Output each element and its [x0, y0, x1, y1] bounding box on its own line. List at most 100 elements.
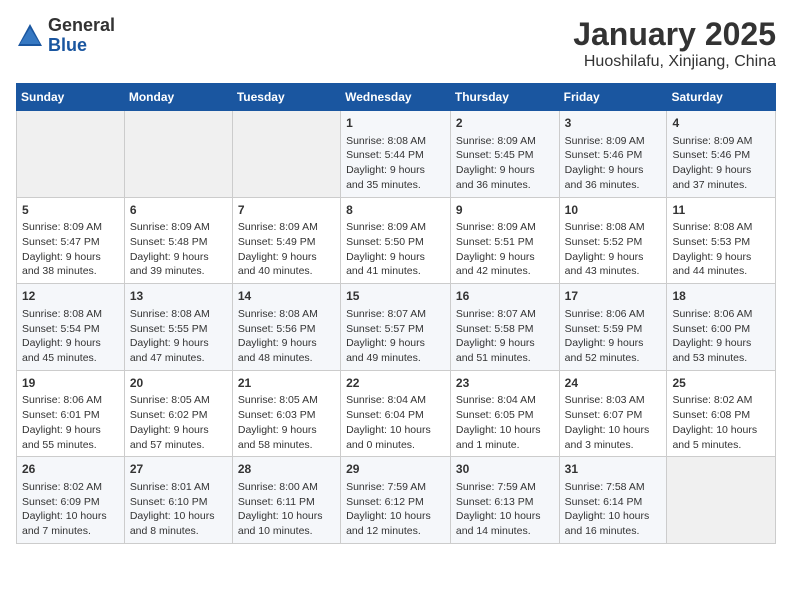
day-info: Sunrise: 8:09 AM Sunset: 5:46 PM Dayligh…: [672, 134, 770, 193]
calendar-subtitle: Huoshilafu, Xinjiang, China: [573, 53, 776, 71]
day-number: 17: [565, 288, 662, 305]
logo-text: General Blue: [48, 16, 115, 56]
calendar-cell: 31Sunrise: 7:58 AM Sunset: 6:14 PM Dayli…: [559, 457, 667, 544]
day-info: Sunrise: 8:09 AM Sunset: 5:46 PM Dayligh…: [565, 134, 662, 193]
day-number: 22: [346, 375, 445, 392]
calendar-cell: 28 Sunrise: 8:00 AM Sunset: 6:11 PM Dayli…: [232, 457, 340, 544]
day-number: 15: [346, 288, 445, 305]
day-info: Sunrise: 8:08 AM Sunset: 5:52 PM Dayligh…: [565, 220, 662, 279]
calendar-cell: 9Sunrise: 8:09 AM Sunset: 5:51 PM Daylig…: [450, 197, 559, 284]
week-row-1: 1Sunrise: 8:08 AM Sunset: 5:44 PM Daylig…: [17, 111, 776, 198]
calendar-cell: 25Sunrise: 8:02 AM Sunset: 6:08 PM Dayli…: [667, 370, 776, 457]
calendar-cell: 3 Sunrise: 8:09 AM Sunset: 5:46 PM Daylig…: [559, 111, 667, 198]
day-info: Sunrise: 8:01 AM Sunset: 6:10 PM Dayligh…: [130, 480, 227, 539]
day-info: Sunrise: 8:05 AM Sunset: 6:02 PM Dayligh…: [130, 393, 227, 452]
day-info: Sunrise: 8:07 AM Sunset: 5:57 PM Dayligh…: [346, 307, 445, 366]
calendar-cell: 2Sunrise: 8:09 AM Sunset: 5:45 PM Daylig…: [450, 111, 559, 198]
calendar-body: 1Sunrise: 8:08 AM Sunset: 5:44 PM Daylig…: [17, 111, 776, 544]
day-info: Sunrise: 7:59 AM Sunset: 6:12 PM Dayligh…: [346, 480, 445, 539]
header-day-thursday: Thursday: [450, 84, 559, 111]
calendar-cell: 20Sunrise: 8:05 AM Sunset: 6:02 PM Dayli…: [124, 370, 232, 457]
header-day-friday: Friday: [559, 84, 667, 111]
day-number: 25: [672, 375, 770, 392]
day-number: 18: [672, 288, 770, 305]
day-info: Sunrise: 8:09 AM Sunset: 5:47 PM Dayligh…: [22, 220, 119, 279]
day-info: Sunrise: 8:06 AM Sunset: 5:59 PM Dayligh…: [565, 307, 662, 366]
day-info: Sunrise: 8:08 AM Sunset: 5:54 PM Dayligh…: [22, 307, 119, 366]
day-number: 28: [238, 461, 335, 478]
calendar-cell: 12 Sunrise: 8:08 AM Sunset: 5:54 PM Dayli…: [17, 284, 125, 371]
calendar-cell: 11Sunrise: 8:08 AM Sunset: 5:53 PM Dayli…: [667, 197, 776, 284]
page-header: General Blue January 2025 Huoshilafu, Xi…: [16, 16, 776, 71]
calendar-cell: 15 Sunrise: 8:07 AM Sunset: 5:57 PM Dayli…: [341, 284, 451, 371]
day-number: 26: [22, 461, 119, 478]
day-number: 10: [565, 202, 662, 219]
logo-blue-text: Blue: [48, 36, 115, 56]
calendar-cell: 8Sunrise: 8:09 AM Sunset: 5:50 PM Daylig…: [341, 197, 451, 284]
day-number: 19: [22, 375, 119, 392]
week-row-5: 26Sunrise: 8:02 AM Sunset: 6:09 PM Dayli…: [17, 457, 776, 544]
calendar-cell: 30Sunrise: 7:59 AM Sunset: 6:13 PM Dayli…: [450, 457, 559, 544]
calendar-cell: 5Sunrise: 8:09 AM Sunset: 5:47 PM Daylig…: [17, 197, 125, 284]
calendar-cell: 18Sunrise: 8:06 AM Sunset: 6:00 PM Dayli…: [667, 284, 776, 371]
day-number: 27: [130, 461, 227, 478]
day-number: 20: [130, 375, 227, 392]
calendar-cell: 4Sunrise: 8:09 AM Sunset: 5:46 PM Daylig…: [667, 111, 776, 198]
header-day-monday: Monday: [124, 84, 232, 111]
day-info: Sunrise: 8:08 AM Sunset: 5:56 PM Dayligh…: [238, 307, 335, 366]
week-row-2: 5Sunrise: 8:09 AM Sunset: 5:47 PM Daylig…: [17, 197, 776, 284]
calendar-cell: 17 Sunrise: 8:06 AM Sunset: 5:59 PM Dayli…: [559, 284, 667, 371]
week-row-4: 19Sunrise: 8:06 AM Sunset: 6:01 PM Dayli…: [17, 370, 776, 457]
day-info: Sunrise: 8:08 AM Sunset: 5:53 PM Dayligh…: [672, 220, 770, 279]
calendar-cell: [17, 111, 125, 198]
logo-general: General: [48, 16, 115, 36]
calendar-title: January 2025: [573, 16, 776, 53]
calendar-cell: [124, 111, 232, 198]
header-day-sunday: Sunday: [17, 84, 125, 111]
calendar-cell: 14 Sunrise: 8:08 AM Sunset: 5:56 PM Dayli…: [232, 284, 340, 371]
calendar-cell: 27 Sunrise: 8:01 AM Sunset: 6:10 PM Dayli…: [124, 457, 232, 544]
day-info: Sunrise: 8:04 AM Sunset: 6:04 PM Dayligh…: [346, 393, 445, 452]
calendar-header: SundayMondayTuesdayWednesdayThursdayFrid…: [17, 84, 776, 111]
calendar-cell: 16Sunrise: 8:07 AM Sunset: 5:58 PM Dayli…: [450, 284, 559, 371]
calendar-cell: 7Sunrise: 8:09 AM Sunset: 5:49 PM Daylig…: [232, 197, 340, 284]
day-info: Sunrise: 8:09 AM Sunset: 5:48 PM Dayligh…: [130, 220, 227, 279]
calendar-cell: 13Sunrise: 8:08 AM Sunset: 5:55 PM Dayli…: [124, 284, 232, 371]
title-block: January 2025 Huoshilafu, Xinjiang, China: [573, 16, 776, 71]
day-number: 14: [238, 288, 335, 305]
day-info: Sunrise: 8:08 AM Sunset: 5:55 PM Dayligh…: [130, 307, 227, 366]
calendar-cell: [667, 457, 776, 544]
header-day-tuesday: Tuesday: [232, 84, 340, 111]
day-info: Sunrise: 8:09 AM Sunset: 5:50 PM Dayligh…: [346, 220, 445, 279]
day-number: 23: [456, 375, 554, 392]
calendar-cell: 10Sunrise: 8:08 AM Sunset: 5:52 PM Dayli…: [559, 197, 667, 284]
header-row: SundayMondayTuesdayWednesdayThursdayFrid…: [17, 84, 776, 111]
calendar-cell: 1Sunrise: 8:08 AM Sunset: 5:44 PM Daylig…: [341, 111, 451, 198]
calendar-cell: [232, 111, 340, 198]
header-day-wednesday: Wednesday: [341, 84, 451, 111]
calendar-cell: 6Sunrise: 8:09 AM Sunset: 5:48 PM Daylig…: [124, 197, 232, 284]
day-info: Sunrise: 8:09 AM Sunset: 5:49 PM Dayligh…: [238, 220, 335, 279]
day-number: 9: [456, 202, 554, 219]
day-number: 12: [22, 288, 119, 305]
day-info: Sunrise: 8:03 AM Sunset: 6:07 PM Dayligh…: [565, 393, 662, 452]
day-number: 31: [565, 461, 662, 478]
day-number: 7: [238, 202, 335, 219]
logo: General Blue: [16, 16, 115, 56]
day-number: 3: [565, 115, 662, 132]
day-info: Sunrise: 8:00 AM Sunset: 6:11 PM Dayligh…: [238, 480, 335, 539]
calendar-cell: 21Sunrise: 8:05 AM Sunset: 6:03 PM Dayli…: [232, 370, 340, 457]
day-number: 5: [22, 202, 119, 219]
calendar-cell: 24Sunrise: 8:03 AM Sunset: 6:07 PM Dayli…: [559, 370, 667, 457]
day-number: 6: [130, 202, 227, 219]
calendar-table: SundayMondayTuesdayWednesdayThursdayFrid…: [16, 83, 776, 544]
calendar-cell: 26Sunrise: 8:02 AM Sunset: 6:09 PM Dayli…: [17, 457, 125, 544]
day-number: 16: [456, 288, 554, 305]
day-info: Sunrise: 8:04 AM Sunset: 6:05 PM Dayligh…: [456, 393, 554, 452]
day-number: 1: [346, 115, 445, 132]
week-row-3: 12 Sunrise: 8:08 AM Sunset: 5:54 PM Dayli…: [17, 284, 776, 371]
calendar-cell: 23Sunrise: 8:04 AM Sunset: 6:05 PM Dayli…: [450, 370, 559, 457]
day-info: Sunrise: 7:59 AM Sunset: 6:13 PM Dayligh…: [456, 480, 554, 539]
day-info: Sunrise: 8:05 AM Sunset: 6:03 PM Dayligh…: [238, 393, 335, 452]
calendar-cell: 22Sunrise: 8:04 AM Sunset: 6:04 PM Dayli…: [341, 370, 451, 457]
